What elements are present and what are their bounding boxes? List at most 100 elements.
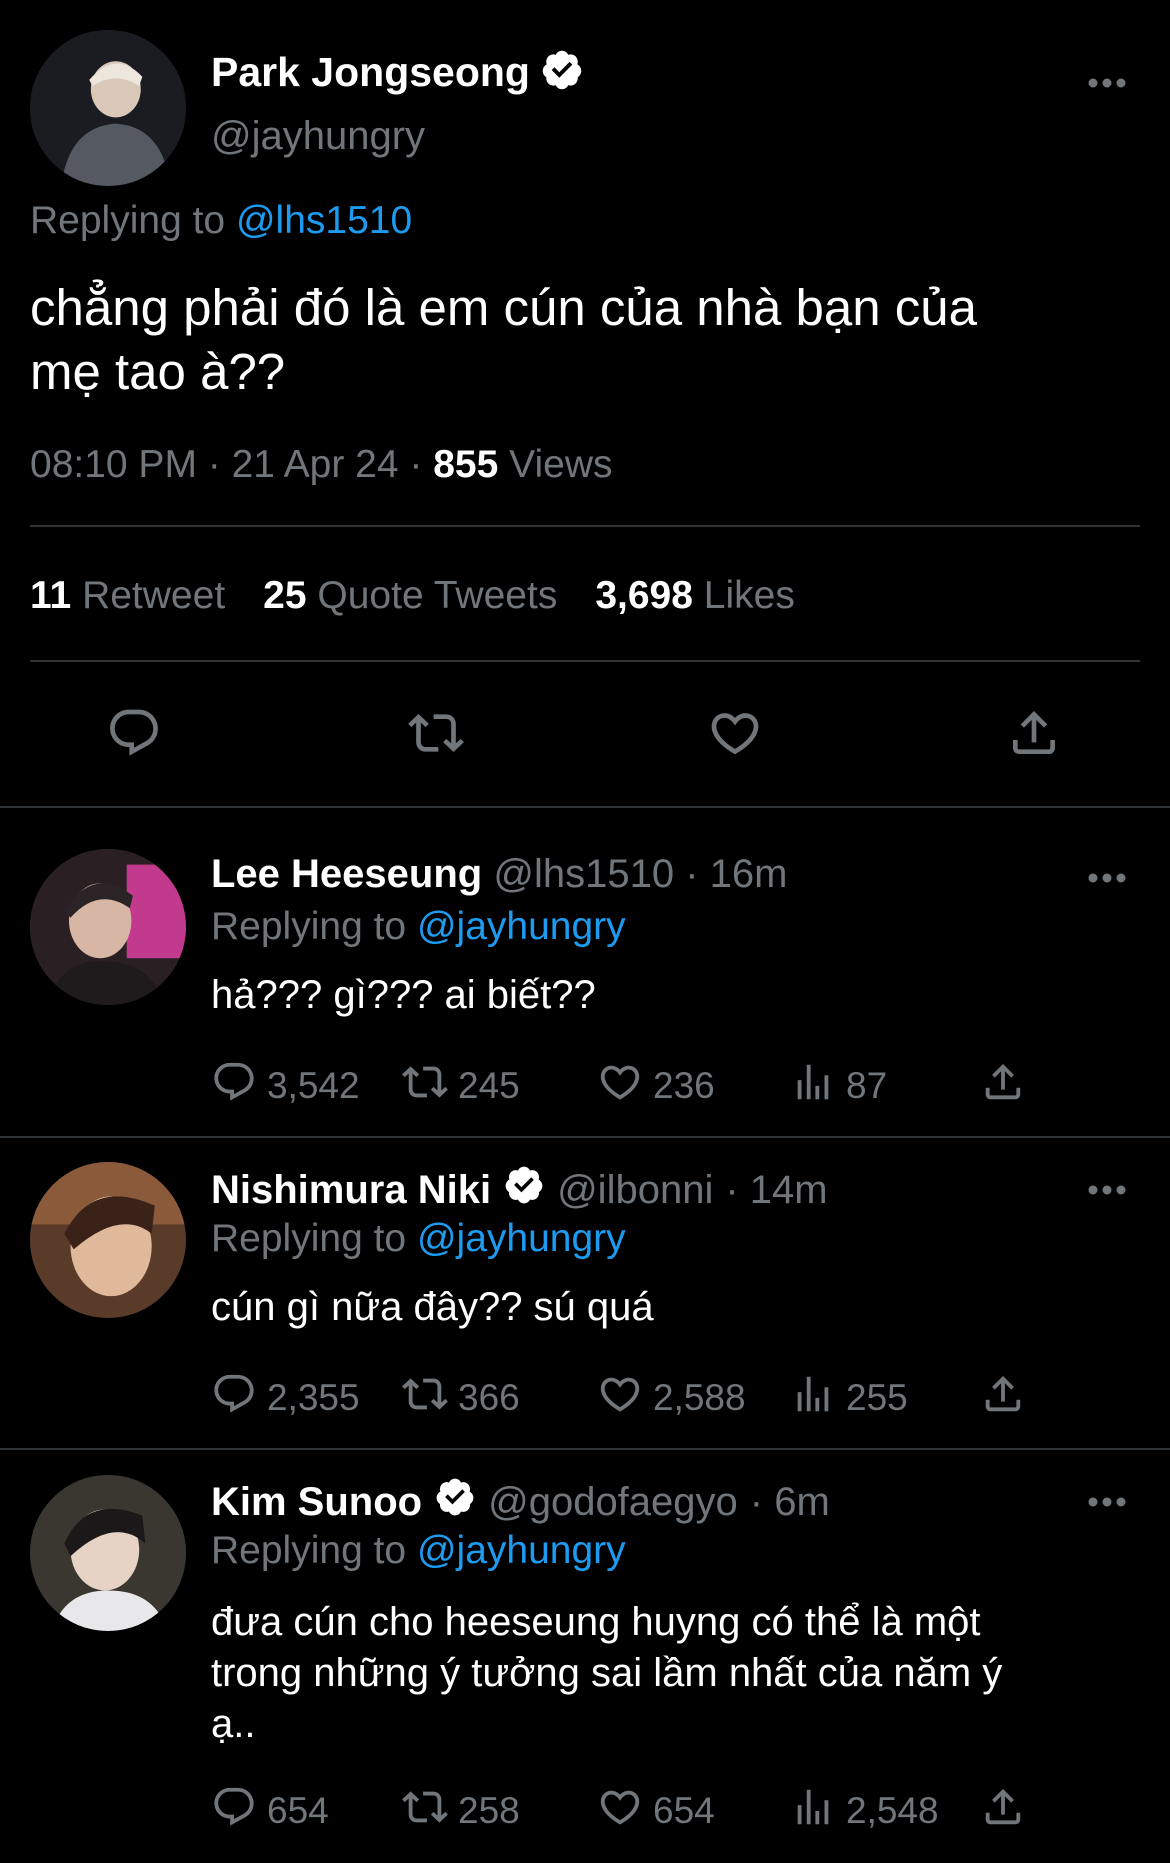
avatar-image xyxy=(30,849,186,1005)
divider xyxy=(0,1136,1170,1138)
author-row: Park Jongseong xyxy=(211,44,584,100)
share-icon xyxy=(980,1059,1026,1114)
reply-action[interactable]: 654 xyxy=(211,1787,329,1835)
replying-handle-link[interactable]: @jayhungry xyxy=(417,1529,626,1572)
handle[interactable]: @ilbonni xyxy=(557,1168,713,1213)
handle[interactable]: @godofaegyo xyxy=(488,1480,738,1525)
retweet-icon xyxy=(402,1059,448,1114)
views-count: 855 xyxy=(433,443,499,486)
retweet-action[interactable]: 258 xyxy=(402,1787,520,1835)
replying-handle-link[interactable]: @jayhungry xyxy=(417,905,626,948)
views-action[interactable]: 87 xyxy=(790,1062,887,1110)
reply-count: 2,355 xyxy=(267,1377,360,1418)
retweet-icon xyxy=(402,1371,448,1426)
retweet-label: Retweet xyxy=(82,574,226,617)
reply-text-line: trong những ý tưởng sai lầm nhất của năm… xyxy=(211,1651,1003,1695)
retweet-action[interactable]: 245 xyxy=(402,1062,520,1110)
views-chart-icon xyxy=(790,1784,836,1839)
retweet-icon xyxy=(402,1784,448,1839)
likes-stat[interactable]: 3,698 Likes xyxy=(595,574,795,618)
reply-count: 654 xyxy=(267,1790,329,1831)
share-action[interactable] xyxy=(980,1787,1026,1835)
avatar-lee-heeseung[interactable] xyxy=(30,849,186,1005)
like-action[interactable]: 654 xyxy=(597,1787,715,1835)
reply-text-line: cún gì nữa đây?? sú quá xyxy=(211,1285,654,1329)
like-count: 2,588 xyxy=(653,1377,746,1418)
retweet-count: 258 xyxy=(458,1790,520,1831)
reply-time[interactable]: · 16m xyxy=(685,852,787,896)
display-name[interactable]: Kim Sunoo xyxy=(211,1480,422,1525)
reply-count: 3,542 xyxy=(267,1065,360,1106)
likes-label: Likes xyxy=(703,574,795,617)
views-count: 2,548 xyxy=(846,1790,939,1831)
reply-text-line: đưa cún cho heeseung huyng có thể là một xyxy=(211,1600,981,1644)
tweet-text-line: chẳng phải đó là em cún của nhà bạn của xyxy=(30,279,978,336)
views-action[interactable]: 255 xyxy=(790,1374,908,1422)
avatar-image xyxy=(30,1162,186,1318)
display-name[interactable]: Lee Heeseung xyxy=(211,852,482,896)
share-action[interactable] xyxy=(980,1374,1026,1422)
more-horizontal-icon[interactable] xyxy=(1087,76,1127,88)
avatar-kim-sunoo[interactable] xyxy=(30,1475,186,1631)
avatar-image xyxy=(30,1475,186,1631)
replying-prefix: Replying to xyxy=(30,199,226,242)
avatar-nishimura-niki[interactable] xyxy=(30,1162,186,1318)
heart-icon xyxy=(597,1371,643,1426)
heart-icon xyxy=(597,1784,643,1839)
retweet-count: 366 xyxy=(458,1377,520,1418)
reply-action[interactable]: 3,542 xyxy=(211,1062,360,1110)
views-action[interactable]: 2,548 xyxy=(790,1787,939,1835)
reply-header: Nishimura Niki @ilbonni · 14m xyxy=(211,1164,828,1216)
handle[interactable]: @lhs1510 xyxy=(493,852,674,896)
display-name[interactable]: Nishimura Niki xyxy=(211,1168,491,1213)
replying-to: Replying to @jayhungry xyxy=(211,1217,626,1261)
views-count: 255 xyxy=(846,1377,908,1418)
retweet-action[interactable]: 366 xyxy=(402,1374,520,1422)
reply-time[interactable]: · 6m xyxy=(750,1480,830,1525)
divider xyxy=(30,660,1140,662)
share-action[interactable] xyxy=(980,1062,1026,1110)
avatar-park-jongseong[interactable] xyxy=(30,30,186,186)
handle[interactable]: @jayhungry xyxy=(211,114,425,159)
display-name[interactable]: Park Jongseong xyxy=(211,49,530,96)
more-horizontal-icon[interactable] xyxy=(1087,871,1127,883)
reply-text-line: ạ.. xyxy=(211,1702,256,1746)
replying-to: Replying to @lhs1510 xyxy=(30,199,412,243)
like-action[interactable]: 236 xyxy=(597,1062,715,1110)
replying-prefix: Replying to xyxy=(211,1217,407,1260)
tweet-text: chẳng phải đó là em cún của nhà bạn của … xyxy=(30,276,1140,404)
tweet-timestamp[interactable]: 08:10 PM · 21 Apr 24 · xyxy=(30,443,422,486)
more-horizontal-icon[interactable] xyxy=(1087,1495,1127,1507)
reply-text: hả??? gì??? ai biết?? xyxy=(211,973,596,1018)
like-action[interactable]: 2,588 xyxy=(597,1374,746,1422)
share-icon xyxy=(980,1784,1026,1839)
replying-handle-link[interactable]: @jayhungry xyxy=(417,1217,626,1260)
reply-bubble-icon xyxy=(211,1371,257,1426)
more-horizontal-icon[interactable] xyxy=(1087,1183,1127,1195)
quote-count: 25 xyxy=(263,574,307,617)
retweet-count: 11 xyxy=(30,574,72,617)
tweet-text-line: mẹ tao à?? xyxy=(30,343,286,400)
reply-time[interactable]: · 14m xyxy=(725,1168,827,1213)
tweet-meta: 08:10 PM · 21 Apr 24 · 855 Views xyxy=(30,443,612,487)
replying-handle-link[interactable]: @lhs1510 xyxy=(236,199,412,242)
replying-prefix: Replying to xyxy=(211,905,407,948)
like-count: 654 xyxy=(653,1790,715,1831)
heart-icon[interactable] xyxy=(706,705,764,761)
divider xyxy=(0,806,1170,808)
reply-bubble-icon[interactable] xyxy=(106,705,162,761)
divider xyxy=(30,525,1140,527)
share-icon xyxy=(980,1371,1026,1426)
reply-action[interactable]: 2,355 xyxy=(211,1374,360,1422)
replying-to: Replying to @jayhungry xyxy=(211,905,626,949)
like-count: 236 xyxy=(653,1065,715,1106)
replying-to: Replying to @jayhungry xyxy=(211,1529,626,1573)
retweet-stat[interactable]: 11 Retweet xyxy=(30,574,225,618)
quote-stat[interactable]: 25 Quote Tweets xyxy=(263,574,557,618)
tweet-stats: 11 Retweet 25 Quote Tweets 3,698 Likes xyxy=(30,574,795,618)
share-icon[interactable] xyxy=(1006,705,1062,761)
heart-icon xyxy=(597,1059,643,1114)
views-chart-icon xyxy=(790,1059,836,1114)
retweet-icon[interactable] xyxy=(404,705,468,761)
reply-text-line: hả??? gì??? ai biết?? xyxy=(211,973,596,1017)
